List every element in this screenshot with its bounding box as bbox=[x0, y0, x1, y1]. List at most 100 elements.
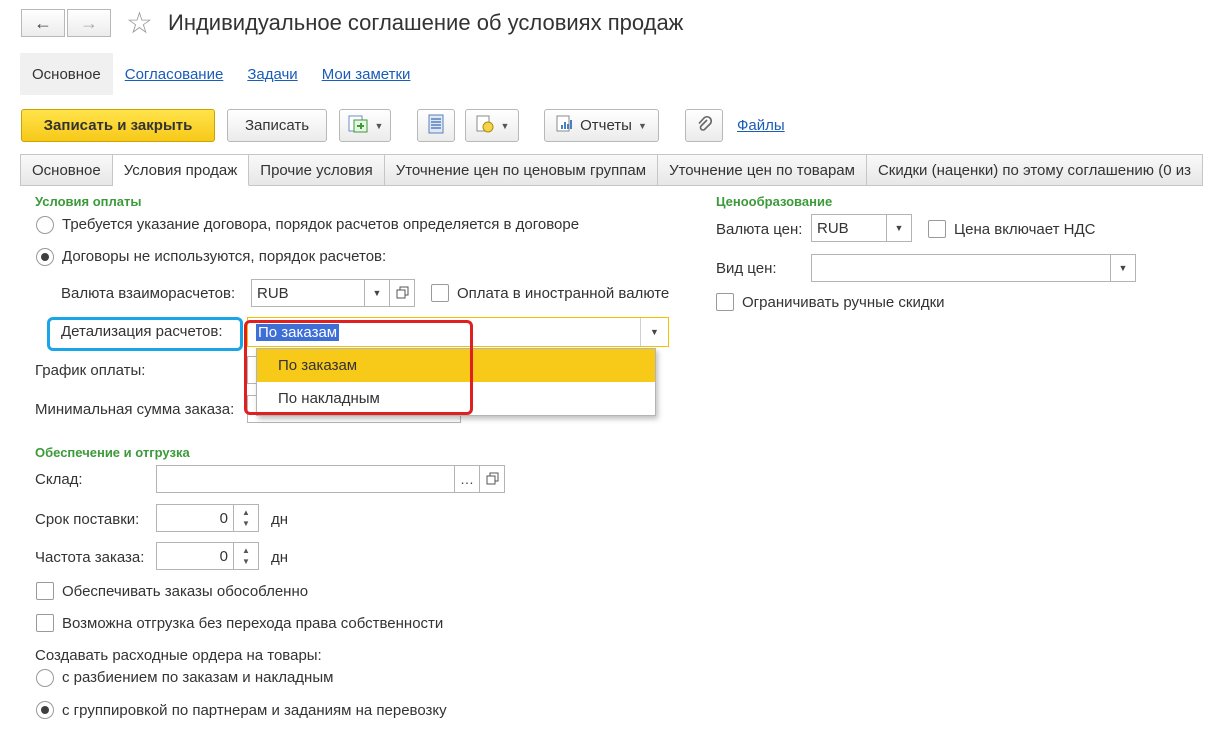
open-form-icon bbox=[486, 472, 499, 487]
price-currency-field[interactable]: RUB bbox=[811, 214, 887, 242]
separate-orders-label: Обеспечивать заказы обособленно bbox=[62, 583, 309, 600]
nav-tasks[interactable]: Задачи bbox=[235, 53, 309, 95]
tab-main[interactable]: Основное bbox=[20, 154, 113, 186]
save-button[interactable]: Записать bbox=[227, 109, 327, 142]
tab-other-terms[interactable]: Прочие условия bbox=[249, 154, 385, 186]
back-button[interactable]: ← bbox=[21, 9, 65, 37]
order-frequency-spinner[interactable]: ▲ ▼ bbox=[233, 542, 259, 570]
radio-group-by-partners[interactable] bbox=[36, 701, 54, 719]
radio-split-orders-label: с разбиением по заказам и накладным bbox=[62, 669, 334, 686]
price-type-label: Вид цен: bbox=[716, 260, 777, 277]
window-title: Индивидуальное соглашение об условиях пр… bbox=[168, 10, 684, 35]
price-type-field[interactable] bbox=[811, 254, 1111, 282]
radio-contract-required[interactable] bbox=[36, 216, 54, 234]
arrow-right-icon: → bbox=[80, 12, 98, 33]
foreign-currency-checkbox[interactable] bbox=[431, 284, 449, 302]
order-frequency-value: 0 bbox=[219, 547, 228, 565]
settlement-currency-open[interactable] bbox=[389, 279, 415, 307]
nav-approval[interactable]: Согласование bbox=[113, 53, 236, 95]
price-currency-value: RUB bbox=[817, 219, 849, 237]
delivery-term-value: 0 bbox=[219, 509, 228, 527]
nav-main[interactable]: Основное bbox=[20, 53, 113, 95]
pricing-section-title: Ценообразование bbox=[716, 194, 833, 209]
chevron-down-icon: ▼ bbox=[372, 288, 382, 298]
tab-discounts[interactable]: Скидки (наценки) по этому соглашению (0 … bbox=[866, 154, 1203, 186]
warehouse-open-button[interactable] bbox=[479, 465, 505, 493]
chevron-down-icon: ▼ bbox=[500, 120, 510, 131]
list-button[interactable] bbox=[417, 109, 455, 142]
settlement-currency-label: Валюта взаиморасчетов: bbox=[61, 285, 236, 302]
arrow-left-icon: ← bbox=[34, 12, 52, 33]
create-orders-label: Создавать расходные ордера на товары: bbox=[35, 647, 322, 664]
radio-split-orders[interactable] bbox=[36, 669, 54, 687]
files-link[interactable]: Файлы bbox=[737, 117, 785, 134]
list-icon bbox=[428, 114, 444, 138]
chevron-down-icon: ▼ bbox=[637, 120, 647, 131]
print-button[interactable]: ▼ bbox=[465, 109, 519, 142]
chevron-down-icon: ▼ bbox=[894, 223, 904, 233]
save-and-close-label: Записать и закрыть bbox=[43, 117, 193, 134]
detail-settlements-label: Детализация расчетов: bbox=[61, 323, 223, 340]
radio-selected-dot bbox=[41, 706, 49, 714]
limit-discounts-label: Ограничивать ручные скидки bbox=[742, 294, 945, 311]
paperclip-icon bbox=[696, 114, 713, 138]
warehouse-field[interactable] bbox=[156, 465, 455, 493]
min-order-sum-label: Минимальная сумма заказа: bbox=[35, 401, 235, 418]
vat-included-label: Цена включает НДС bbox=[954, 221, 1096, 238]
delivery-term-spinner[interactable]: ▲ ▼ bbox=[233, 504, 259, 532]
warehouse-select-button[interactable]: … bbox=[454, 465, 480, 493]
order-frequency-field[interactable]: 0 bbox=[156, 542, 234, 570]
chevron-down-icon: ▼ bbox=[650, 327, 659, 337]
chevron-up-icon[interactable]: ▲ bbox=[242, 545, 250, 556]
reports-label: Отчеты bbox=[580, 117, 632, 134]
open-form-icon bbox=[396, 286, 409, 301]
no-ownership-transfer-checkbox[interactable] bbox=[36, 614, 54, 632]
tab-price-groups[interactable]: Уточнение цен по ценовым группам bbox=[384, 154, 659, 186]
limit-discounts-checkbox[interactable] bbox=[716, 293, 734, 311]
chevron-down-icon: ▼ bbox=[374, 120, 384, 131]
delivery-term-field[interactable]: 0 bbox=[156, 504, 234, 532]
forward-button[interactable]: → bbox=[67, 9, 111, 37]
form-tabs: Основное Условия продаж Прочие условия У… bbox=[20, 154, 1223, 186]
document-print-icon bbox=[475, 114, 495, 138]
save-and-close-button[interactable]: Записать и закрыть bbox=[21, 109, 215, 142]
payment-schedule-label: График оплаты: bbox=[35, 362, 146, 379]
tab-price-products[interactable]: Уточнение цен по товарам bbox=[658, 154, 867, 186]
nav-panel: Основное Согласование Задачи Мои заметки bbox=[20, 53, 422, 95]
settlement-currency-value: RUB bbox=[257, 284, 289, 302]
price-currency-dropdown[interactable]: ▼ bbox=[886, 214, 912, 242]
favorite-star-icon[interactable]: ☆ bbox=[126, 6, 153, 41]
order-frequency-label: Частота заказа: bbox=[35, 549, 145, 566]
attach-button[interactable] bbox=[685, 109, 723, 142]
delivery-term-unit: дн bbox=[271, 511, 289, 528]
create-based-on-button[interactable]: ▼ bbox=[339, 109, 391, 142]
separate-orders-checkbox[interactable] bbox=[36, 582, 54, 600]
detail-settlements-dropdown-button[interactable]: ▼ bbox=[640, 318, 668, 346]
radio-no-contracts-label: Договоры не используются, порядок расчет… bbox=[62, 248, 387, 265]
order-frequency-unit: дн bbox=[271, 549, 289, 566]
nav-notes[interactable]: Мои заметки bbox=[310, 53, 423, 95]
reports-button[interactable]: Отчеты ▼ bbox=[544, 109, 659, 142]
price-currency-label: Валюта цен: bbox=[716, 221, 803, 238]
radio-selected-dot bbox=[41, 253, 49, 261]
reports-icon bbox=[556, 115, 574, 137]
vat-included-checkbox[interactable] bbox=[928, 220, 946, 238]
chevron-up-icon[interactable]: ▲ bbox=[242, 507, 250, 518]
settlement-currency-field[interactable]: RUB bbox=[251, 279, 365, 307]
no-ownership-transfer-label: Возможна отгрузка без перехода права соб… bbox=[62, 615, 444, 632]
shipping-section-title: Обеспечение и отгрузка bbox=[35, 445, 190, 460]
price-type-dropdown[interactable]: ▼ bbox=[1110, 254, 1136, 282]
document-create-icon bbox=[347, 114, 369, 138]
tab-sales-terms[interactable]: Условия продаж bbox=[112, 154, 250, 186]
radio-no-contracts[interactable] bbox=[36, 248, 54, 266]
warehouse-label: Склад: bbox=[35, 471, 83, 488]
delivery-term-label: Срок поставки: bbox=[35, 511, 140, 528]
ellipsis-icon: … bbox=[460, 471, 474, 487]
chevron-down-icon: ▼ bbox=[1118, 263, 1128, 273]
chevron-down-icon[interactable]: ▼ bbox=[242, 556, 250, 567]
radio-contract-required-label: Требуется указание договора, порядок рас… bbox=[62, 216, 580, 233]
dropdown-red-highlight bbox=[244, 320, 473, 415]
save-label: Записать bbox=[244, 117, 310, 134]
chevron-down-icon[interactable]: ▼ bbox=[242, 518, 250, 529]
settlement-currency-dropdown[interactable]: ▼ bbox=[364, 279, 390, 307]
